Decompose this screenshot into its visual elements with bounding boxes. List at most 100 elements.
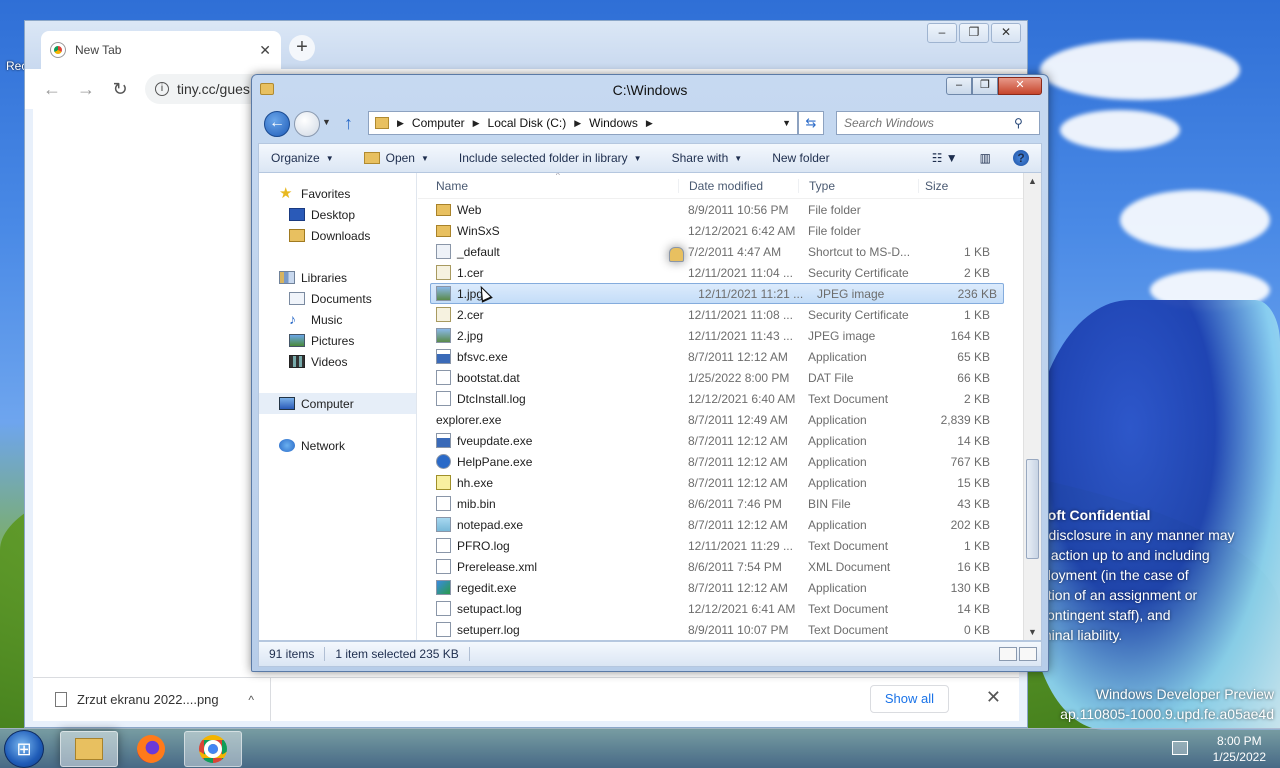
build-watermark: Windows Developer Preview ap.110805-1000… (1060, 684, 1274, 724)
file-row[interactable]: bfsvc.exe 8/7/2011 12:12 AM Application 65 … (418, 346, 1024, 367)
column-name[interactable]: Name (418, 179, 678, 193)
open-button[interactable]: Open ▼ (363, 151, 429, 165)
file-row[interactable]: 1.cer 12/11/2021 11:04 ... Security Certif… (418, 262, 1024, 283)
reg-file-icon (436, 580, 451, 595)
file-size: 16 KB (957, 559, 990, 574)
nav-libraries[interactable]: Libraries (259, 267, 416, 288)
close-tab-icon[interactable]: ✕ (259, 42, 271, 59)
file-row[interactable]: PFRO.log 12/11/2021 11:29 ... Text Documen… (418, 535, 1024, 556)
nav-favorites[interactable]: ★ Favorites (259, 183, 416, 204)
breadcrumb-windows[interactable]: Windows (589, 116, 638, 130)
column-size[interactable]: Size (918, 178, 996, 193)
download-item[interactable]: Zrzut ekranu 2022....png ^ (33, 678, 271, 721)
file-row[interactable]: 2.cer 12/11/2021 11:08 ... Security Certif… (418, 304, 1024, 325)
nav-network[interactable]: Network (259, 435, 416, 456)
file-row[interactable]: regedit.exe 8/7/2011 12:12 AM Application 1… (418, 577, 1024, 598)
history-dropdown-icon[interactable]: ▼ (322, 117, 331, 127)
chevron-down-icon[interactable]: ▼ (782, 118, 791, 128)
chevron-right-icon[interactable]: ▶ (397, 118, 404, 129)
reload-icon[interactable]: ↻ (111, 79, 129, 100)
file-row[interactable]: fveupdate.exe 8/7/2011 12:12 AM Applicatio… (418, 430, 1024, 451)
watermark-line: ployment (in the case of (1040, 567, 1189, 583)
network-tray-icon[interactable] (1172, 741, 1188, 755)
scroll-down-icon[interactable]: ▼ (1024, 624, 1041, 640)
file-row[interactable]: DtcInstall.log 12/12/2021 6:40 AM Text Doc… (418, 388, 1024, 409)
file-row[interactable]: setupact.log 12/12/2021 6:41 AM Text Docum… (418, 598, 1024, 619)
nav-desktop[interactable]: Desktop (259, 204, 416, 225)
large-icons-view-icon[interactable] (1019, 647, 1037, 661)
breadcrumb-computer[interactable]: Computer (412, 116, 465, 130)
file-name-cell: hh.exe (418, 475, 678, 490)
nav-documents[interactable]: Documents (259, 288, 416, 309)
vertical-scrollbar[interactable]: ▲ ▼ (1023, 173, 1041, 640)
file-row[interactable]: hh.exe 8/7/2011 12:12 AM Application 15 KB (418, 472, 1024, 493)
change-view-icon[interactable]: ☷ ▼ (932, 151, 958, 165)
forward-button[interactable] (294, 111, 320, 137)
start-button[interactable]: ⊞ (4, 730, 44, 768)
back-arrow-icon[interactable]: ← (43, 79, 61, 100)
file-size: 2 KB (963, 265, 990, 280)
new-tab-button[interactable]: + (289, 35, 315, 61)
refresh-button[interactable]: ⇆ (798, 111, 824, 135)
download-shelf: Zrzut ekranu 2022....png ^ Show all ✕ (33, 677, 1019, 721)
minimize-button[interactable]: – (946, 77, 972, 95)
breadcrumb-local-disk[interactable]: Local Disk (C:) (488, 116, 567, 130)
up-arrow-icon[interactable]: ↑ (344, 113, 353, 134)
file-date: 8/9/2011 10:07 PM (688, 622, 789, 637)
scrollbar-thumb[interactable] (1026, 459, 1039, 559)
taskbar-chrome-button[interactable] (184, 731, 242, 767)
maximize-button[interactable]: ❐ (972, 77, 998, 95)
organize-button[interactable]: Organize ▼ (271, 151, 334, 165)
file-row[interactable]: HelpPane.exe 8/7/2011 12:12 AM Application… (418, 451, 1024, 472)
nav-videos[interactable]: Videos (259, 351, 416, 372)
minimize-button[interactable]: – (927, 23, 957, 43)
share-with-button[interactable]: Share with ▼ (672, 151, 743, 165)
nav-downloads[interactable]: Downloads (259, 225, 416, 246)
forward-arrow-icon[interactable]: → (77, 79, 95, 100)
search-icon[interactable]: ⚲ (1014, 116, 1023, 130)
file-row[interactable]: _default 7/2/2011 4:47 AM Shortcut to MS-D… (418, 241, 1024, 262)
chevron-right-icon[interactable]: ▶ (473, 118, 480, 129)
maximize-button[interactable]: ❐ (959, 23, 989, 43)
build-line-1: Windows Developer Preview (1095, 686, 1274, 702)
file-row[interactable]: Web 8/9/2011 10:56 PM File folder (418, 199, 1024, 220)
file-row[interactable]: setuperr.log 8/9/2011 10:07 PM Text Docume… (418, 619, 1024, 640)
address-bar[interactable]: ▶ Computer ▶ Local Disk (C:) ▶ Windows ▶… (368, 111, 798, 135)
show-all-button[interactable]: Show all (869, 685, 949, 713)
chevron-up-icon[interactable]: ^ (248, 693, 270, 707)
column-date-modified[interactable]: Date modified (678, 178, 798, 193)
taskbar-firefox-button[interactable] (122, 731, 180, 767)
file-row[interactable]: 2.jpg 12/11/2021 11:43 ... JPEG image 164 K… (418, 325, 1024, 346)
nav-computer[interactable]: Computer (259, 393, 416, 414)
file-row[interactable]: 1.jpg 12/11/2021 11:21 ... JPEG image 236 K… (430, 283, 1004, 304)
file-row[interactable]: Prerelease.xml 8/6/2011 7:54 PM XML Docume… (418, 556, 1024, 577)
file-row[interactable]: explorer.exe 8/7/2011 12:49 AM Application… (418, 247, 1024, 430)
close-icon[interactable]: ✕ (986, 687, 1001, 708)
file-type: Text Document (808, 601, 889, 616)
file-row[interactable]: mib.bin 8/6/2011 7:46 PM BIN File 43 KB (418, 493, 1024, 514)
file-row[interactable]: bootstat.dat 1/25/2022 8:00 PM DAT File 66 … (418, 367, 1024, 388)
clock[interactable]: 8:00 PM 1/25/2022 (1213, 733, 1266, 765)
new-folder-button[interactable]: New folder (772, 151, 829, 165)
file-row[interactable]: notepad.exe 8/7/2011 12:12 AM Application 2… (418, 514, 1024, 535)
close-button[interactable]: ✕ (991, 23, 1021, 43)
column-type[interactable]: Type (798, 178, 918, 193)
search-box[interactable]: ⚲ (836, 111, 1040, 135)
include-in-library-button[interactable]: Include selected folder in library ▼ (459, 151, 642, 165)
info-icon[interactable]: i (155, 82, 169, 96)
nav-label: Downloads (311, 228, 371, 243)
chevron-right-icon[interactable]: ▶ (574, 118, 581, 129)
back-button[interactable]: ← (264, 111, 290, 137)
scroll-up-icon[interactable]: ▲ (1024, 173, 1041, 189)
chevron-right-icon[interactable]: ▶ (646, 118, 653, 129)
search-input[interactable] (844, 116, 1014, 130)
tab-new-tab[interactable]: New Tab ✕ (41, 31, 281, 69)
details-view-icon[interactable] (999, 647, 1017, 661)
preview-pane-icon[interactable]: ▥ (980, 151, 991, 165)
close-button[interactable]: ✕ (998, 77, 1042, 95)
nav-pictures[interactable]: Pictures (259, 330, 416, 351)
taskbar-explorer-button[interactable] (60, 731, 118, 767)
nav-music[interactable]: ♪ Music (259, 309, 416, 330)
file-row[interactable]: WinSxS 12/12/2021 6:42 AM File folder (418, 220, 1024, 241)
help-icon[interactable]: ? (1013, 150, 1029, 166)
